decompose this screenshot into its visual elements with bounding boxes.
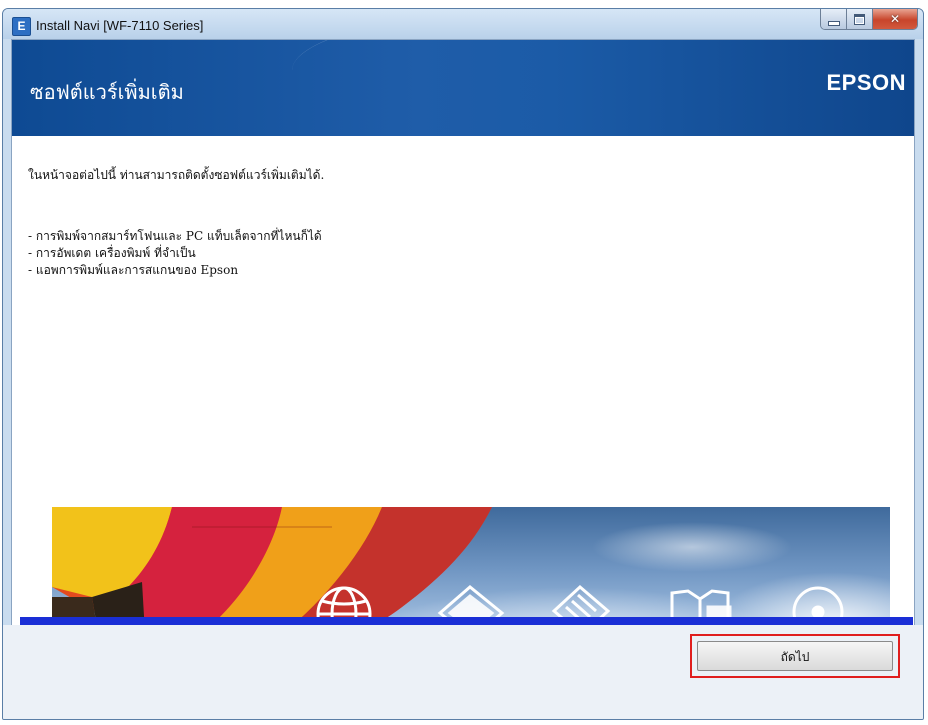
divider-bar [20, 617, 913, 625]
list-item: - การพิมพ์จากสมาร์ทโฟนและ PC แท็บเล็ตจาก… [28, 229, 322, 243]
next-button[interactable]: ถัดไป [697, 641, 893, 671]
list-item: - แอพการพิมพ์และการสแกนของ Epson [28, 263, 239, 277]
feature-list: - การพิมพ์จากสมาร์ทโฟนและ PC แท็บเล็ตจาก… [28, 228, 322, 279]
epson-logo: EPSON [826, 70, 906, 95]
list-item: - การอัพเดต เครื่องพิมพ์ ที่จำเป็น [28, 246, 196, 260]
app-icon: E [12, 17, 31, 36]
minimize-button[interactable] [821, 9, 847, 29]
maximize-icon [854, 13, 865, 25]
maximize-button[interactable] [847, 9, 873, 29]
minimize-icon [827, 20, 840, 26]
window-controls: ✕ [820, 9, 918, 30]
content-area: ในหน้าจอต่อไปนี้ ท่านสามารถติดตั้งซอฟต์แ… [12, 136, 914, 711]
window-title: Install Navi [WF-7110 Series] [36, 18, 204, 33]
intro-text: ในหน้าจอต่อไปนี้ ท่านสามารถติดตั้งซอฟต์แ… [28, 168, 325, 182]
installer-panel: ซอฟต์แวร์เพิ่มเติม EPSON ในหน้าจอต่อไปนี… [11, 39, 915, 713]
installer-window: E Install Navi [WF-7110 Series] ✕ ซอฟต์แ… [2, 8, 924, 720]
page-title: ซอฟต์แวร์เพิ่มเติม [30, 80, 184, 104]
header-bar: ซอฟต์แวร์เพิ่มเติม EPSON [12, 40, 914, 136]
close-button[interactable]: ✕ [873, 9, 917, 29]
cloud [592, 522, 792, 572]
header-swoosh [292, 40, 914, 136]
title-bar[interactable]: E Install Navi [WF-7110 Series] ✕ [3, 9, 923, 39]
close-icon: ✕ [889, 12, 901, 26]
